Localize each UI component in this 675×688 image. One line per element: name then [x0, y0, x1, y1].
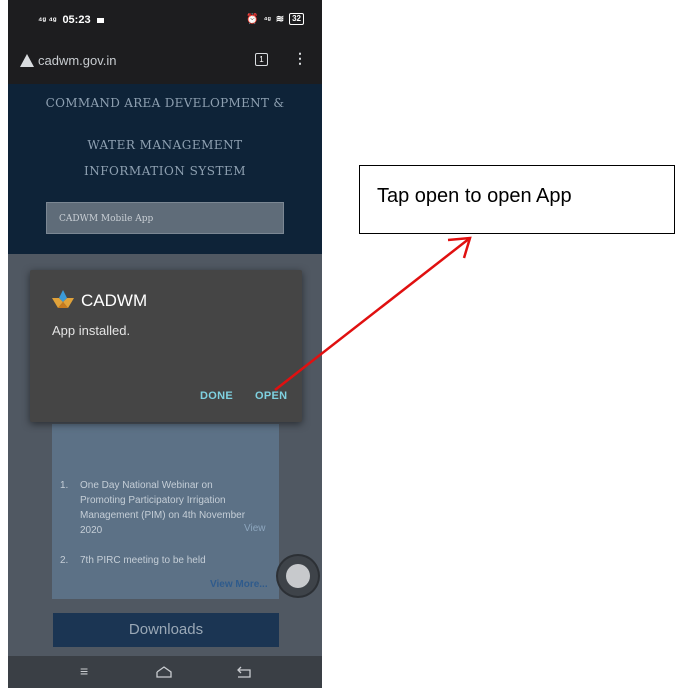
annotation-arrow [274, 236, 472, 391]
